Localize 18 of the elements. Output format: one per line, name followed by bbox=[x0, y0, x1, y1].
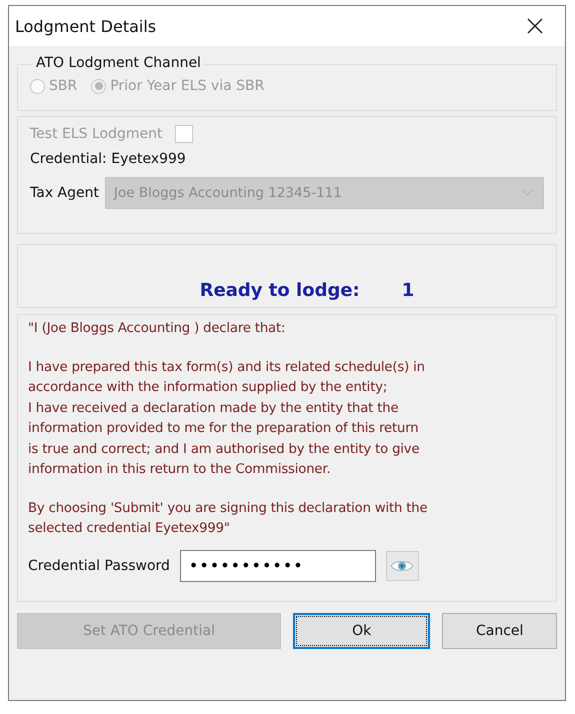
declaration-text: I have prepared this tax form(s) and its related schedule(s) in accordance with the information supplied by the entity; I have received a declaration made by the entity that the information provided to me for the preparation of this return is true and correct; and I am authorised by the entity to give information in this return to the Commissioner. bbox=[28, 358, 426, 479]
status-label: Ready to lodge: bbox=[200, 280, 360, 301]
group-legend: ATO Lodgment Channel bbox=[32, 55, 205, 71]
dialog-button[interactable]: Cancel bbox=[442, 613, 557, 649]
checkbox-label: Test ELS Lodgment bbox=[30, 126, 163, 142]
credential-text: Credential: Eyetex999 bbox=[30, 151, 187, 167]
field-label: Credential Password bbox=[28, 558, 170, 574]
status-count: 1 bbox=[402, 280, 414, 301]
close-icon[interactable] bbox=[527, 18, 543, 34]
declaration-text: By choosing 'Submit' you are signing this declaration with the selected credential Eyetex999" bbox=[28, 500, 428, 538]
window-title: Lodgment Details bbox=[15, 16, 156, 36]
field-label: Tax Agent bbox=[30, 185, 99, 201]
dialog-button[interactable]: Ok bbox=[292, 613, 430, 649]
radio-label: SBR bbox=[49, 78, 78, 94]
declaration-text: "I (Joe Bloggs Accounting ) declare that: bbox=[28, 320, 286, 338]
radio-label: Prior Year ELS via SBR bbox=[110, 78, 264, 94]
eye-icon[interactable] bbox=[386, 550, 419, 580]
password-field[interactable]: ••••••••••• bbox=[180, 550, 376, 582]
